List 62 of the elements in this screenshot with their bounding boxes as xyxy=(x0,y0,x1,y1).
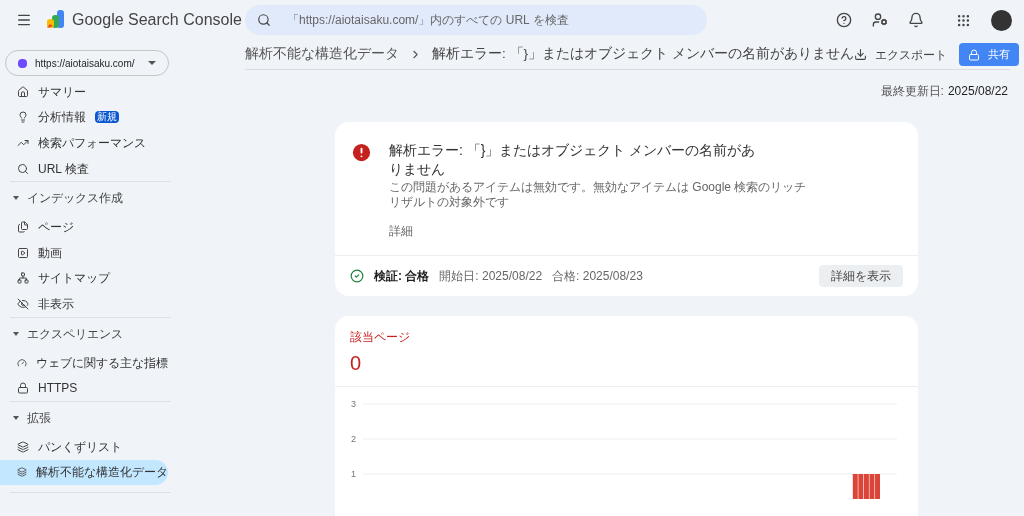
issue-description: この問題があるアイテムは無効です。無効なアイテムは Google 検索のリッチリザルトの対象外です xyxy=(389,180,808,210)
nav-item[interactable]: 検索パフォーマンス xyxy=(0,130,168,156)
home-icon xyxy=(17,85,29,98)
nav-item[interactable]: サイトマップ xyxy=(0,265,168,292)
nav-item[interactable]: 分析情報 新規 xyxy=(0,104,168,131)
axis-tick-label: 1 xyxy=(351,469,356,479)
nav-item[interactable]: サマリー xyxy=(0,79,168,105)
nav-item[interactable]: ウェブに関する主な指標 xyxy=(0,349,168,376)
validation-passed: 合格: 2025/08/23 xyxy=(552,268,644,285)
last-updated-label: 最終更新日: xyxy=(880,83,944,100)
last-updated-date: 2025/08/22 xyxy=(947,83,1008,100)
nav-item[interactable]: パンくずリスト xyxy=(0,433,168,460)
layers-icon xyxy=(17,440,29,453)
section-header[interactable]: インデックス作成 xyxy=(10,182,171,215)
nav-item[interactable]: 動画 xyxy=(0,239,168,266)
trend-icon xyxy=(17,137,29,149)
product-name: Google Search Console xyxy=(72,10,242,30)
sitemap-icon xyxy=(17,272,29,285)
user-settings-icon[interactable] xyxy=(872,12,888,28)
site-icon xyxy=(18,58,27,68)
breadcrumb-link[interactable]: 解析不能な構造化データ xyxy=(245,44,399,65)
apps-icon[interactable] xyxy=(956,12,971,28)
validation-status: 検証: 合格 xyxy=(374,268,430,285)
download-icon xyxy=(853,48,867,61)
notifications-icon[interactable] xyxy=(908,12,924,28)
search-input[interactable]: 「https://aiotaisaku.com/」内のすべての URL を検査 xyxy=(287,11,695,29)
search-icon xyxy=(257,13,271,27)
axis-tick-label: 2 xyxy=(351,434,356,444)
layers-icon xyxy=(17,466,27,479)
new-badge: 新規 xyxy=(95,111,119,124)
search-icon xyxy=(17,162,29,175)
export-button[interactable]: エクスポート xyxy=(853,45,947,64)
help-icon[interactable] xyxy=(836,12,852,28)
gauge-icon xyxy=(17,356,27,369)
section-header[interactable]: 拡張 xyxy=(10,401,171,434)
search-field[interactable]: 「https://aiotaisaku.com/」内のすべての URL を検査 xyxy=(245,5,707,35)
axis-tick-label: 3 xyxy=(351,399,356,409)
share-button[interactable]: 共有 xyxy=(958,43,1019,66)
nav-item[interactable]: HTTPS xyxy=(0,375,168,401)
video-icon xyxy=(17,246,29,259)
pages-icon xyxy=(17,221,29,234)
validation-started: 開始日: 2025/08/22 xyxy=(439,268,543,285)
lock-icon xyxy=(967,48,980,61)
menu-icon[interactable] xyxy=(16,12,32,28)
nav-item[interactable]: 解析不能な構造化データ xyxy=(0,459,168,486)
avatar[interactable] xyxy=(991,9,1012,31)
affected-pages-label: 該当ページ xyxy=(350,329,411,346)
error-icon xyxy=(350,141,373,164)
caret-icon xyxy=(148,61,156,65)
issue-title: 解析エラー: 「}」またはオブジェクト メンバーの名前がありません xyxy=(389,141,757,179)
nav-item[interactable]: URL 検査 xyxy=(0,155,168,182)
see-details-button[interactable]: 詳細を表示 xyxy=(819,265,903,287)
lock-icon xyxy=(17,382,29,395)
details-link[interactable]: 詳細 xyxy=(389,222,809,240)
nav-item[interactable]: 非表示 xyxy=(0,291,168,317)
affected-pages-count: 0 xyxy=(350,351,363,376)
check-circle-icon xyxy=(350,269,364,283)
eye-off-icon xyxy=(17,297,29,310)
section-header[interactable]: エクスペリエンス xyxy=(10,317,171,350)
breadcrumb-current: 解析エラー: 「}」またはオブジェクト メンバーの名前がありません xyxy=(432,45,854,64)
nav-item[interactable]: ページ xyxy=(0,214,168,240)
lightbulb-icon xyxy=(17,111,29,124)
